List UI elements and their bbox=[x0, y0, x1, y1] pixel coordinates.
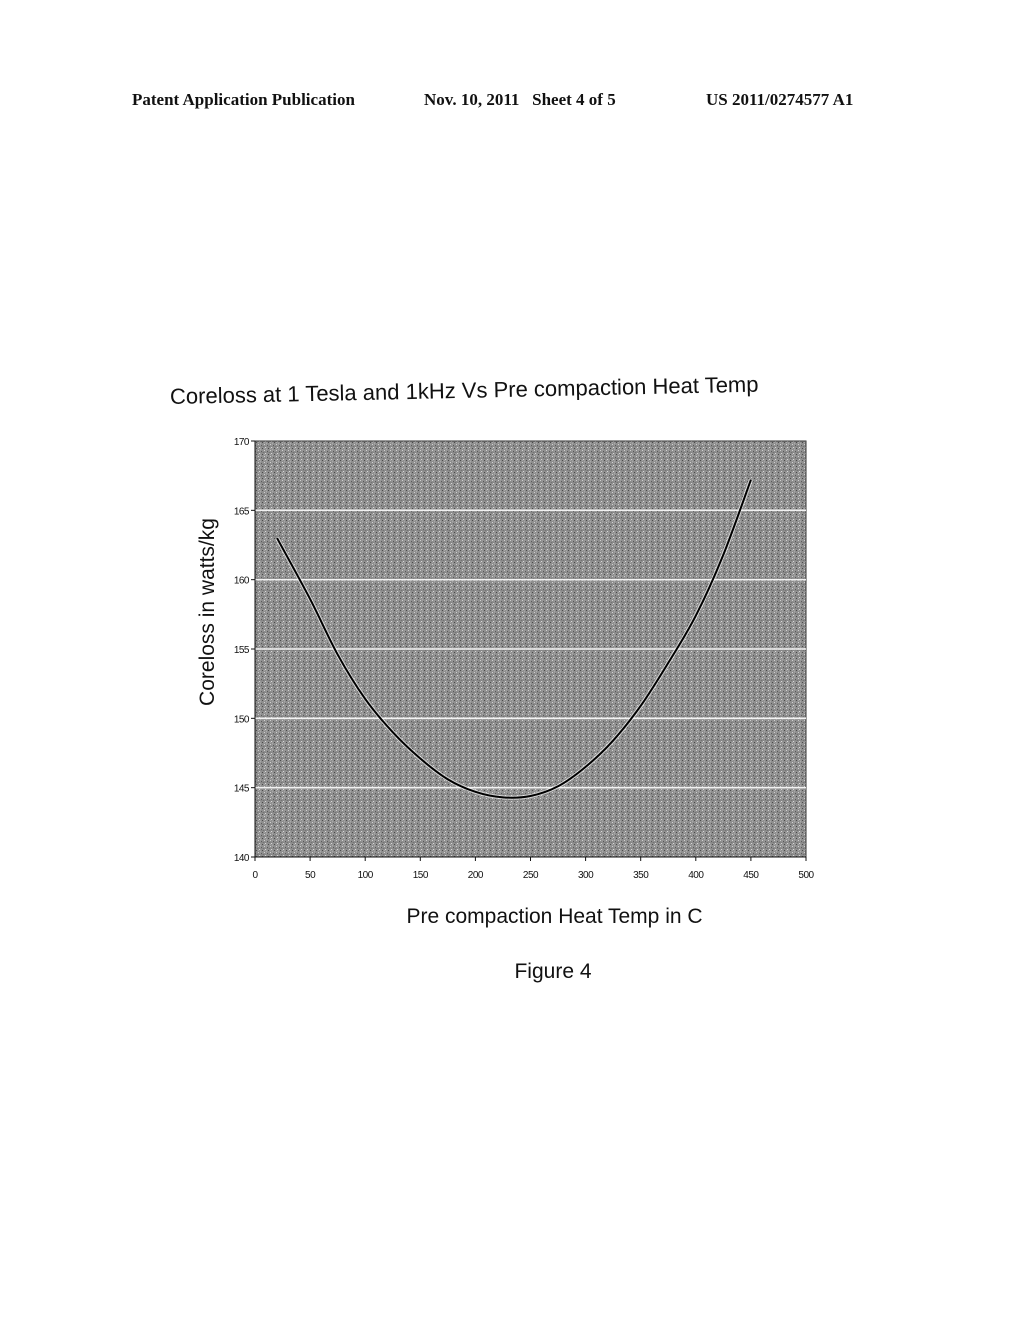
x-tick-label: 300 bbox=[578, 870, 594, 881]
y-tick-label: 150 bbox=[234, 714, 250, 725]
y-tick-label: 145 bbox=[234, 784, 250, 795]
x-tick-label: 50 bbox=[305, 870, 316, 881]
y-tick-label: 165 bbox=[234, 506, 250, 517]
x-tick-label: 100 bbox=[358, 870, 374, 881]
x-tick-label: 200 bbox=[468, 870, 484, 881]
y-tick-label: 160 bbox=[234, 576, 250, 587]
x-tick-label: 500 bbox=[798, 870, 814, 881]
y-tick-label: 140 bbox=[234, 853, 250, 864]
chart-svg: 140 145 150 155 160 165 170 0 50 100 150 200 250 300 3… bbox=[234, 437, 815, 881]
y-tick-label: 155 bbox=[234, 645, 250, 656]
x-tick-label: 0 bbox=[252, 870, 258, 881]
x-tick-label: 450 bbox=[743, 870, 759, 881]
x-tick-label: 250 bbox=[523, 870, 539, 881]
x-tick-label: 400 bbox=[688, 870, 704, 881]
y-tick-label: 170 bbox=[234, 437, 250, 448]
x-tick-label: 350 bbox=[633, 870, 649, 881]
x-tick-label: 150 bbox=[413, 870, 429, 881]
